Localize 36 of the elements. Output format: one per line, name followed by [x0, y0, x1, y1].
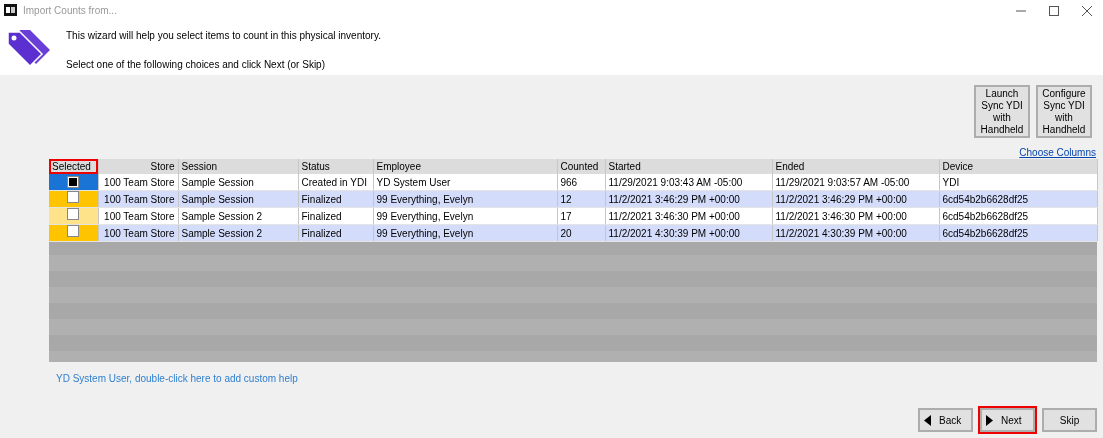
table-cell: Created in YDI — [298, 174, 373, 191]
column-header[interactable]: Employee — [373, 159, 557, 174]
tag-icon — [6, 28, 52, 68]
next-button[interactable]: Next — [980, 408, 1035, 432]
table-cell: 11/29/2021 9:03:43 AM -05:00 — [605, 174, 772, 191]
column-header[interactable]: Store — [98, 159, 178, 174]
table-cell: 11/29/2021 9:03:57 AM -05:00 — [772, 174, 939, 191]
table-cell: YDI — [939, 174, 1097, 191]
back-button[interactable]: Back — [918, 408, 973, 432]
table-cell: YD System User — [373, 174, 557, 191]
column-header[interactable]: Status — [298, 159, 373, 174]
table-cell: 100 Team Store — [98, 174, 178, 191]
app-logo-icon — [4, 4, 17, 16]
checkbox[interactable] — [67, 225, 80, 237]
sync-button[interactable]: Launch Sync YDI with Handheld — [974, 85, 1030, 138]
sync-button[interactable]: Configure Sync YDI with Handheld — [1036, 85, 1092, 138]
window-title: Import Counts from... — [23, 3, 117, 18]
instruction-text: Select one of the following choices and click Next (or Skip) — [66, 58, 326, 72]
right-triangle-icon — [986, 414, 993, 426]
row-selector[interactable] — [49, 174, 98, 191]
skip-button[interactable]: Skip — [1042, 408, 1097, 432]
left-triangle-icon — [924, 414, 931, 426]
column-header[interactable]: Ended — [772, 159, 939, 174]
column-header[interactable]: Session — [178, 159, 298, 174]
checkbox[interactable] — [67, 191, 80, 203]
column-header[interactable]: Selected — [49, 159, 98, 174]
checkbox[interactable] — [67, 208, 80, 220]
column-header[interactable]: Counted — [557, 159, 605, 174]
choose-columns-link[interactable]: Choose Columns — [1019, 145, 1096, 159]
custom-help-link[interactable]: YD System User, double-click here to add custom help — [56, 373, 298, 384]
column-header[interactable]: Started — [605, 159, 772, 174]
checkbox[interactable] — [67, 175, 80, 188]
instruction-text: This wizard will help you select items to count in this physical inventory. — [66, 29, 381, 43]
table-cell: 966 — [557, 174, 605, 191]
column-header[interactable]: Device — [939, 159, 1097, 174]
table-cell: Sample Session — [178, 174, 298, 191]
